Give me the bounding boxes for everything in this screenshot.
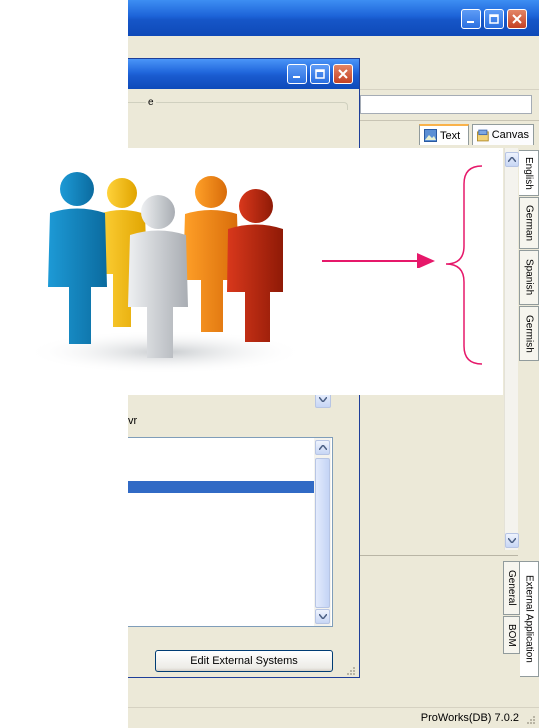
dialog-maximize-button[interactable] — [310, 64, 330, 84]
chevron-up-icon — [508, 157, 516, 162]
tab-german-label: German — [523, 204, 535, 242]
external-systems-list[interactable] — [128, 437, 333, 627]
status-bar: ProWorks(DB) 7.0.2 — [128, 707, 539, 728]
tab-german[interactable]: German — [519, 197, 539, 249]
dialog-close-button[interactable] — [333, 64, 353, 84]
tab-bom[interactable]: BOM — [503, 616, 520, 654]
tab-spanish-label: Spanish — [523, 259, 535, 296]
main-text-field[interactable] — [360, 95, 532, 114]
menu-strip — [128, 36, 539, 54]
tab-external-application[interactable]: External Application — [520, 561, 539, 677]
edit-external-systems-button[interactable]: Edit External Systems — [155, 650, 333, 672]
tab-canvas-label: Canvas — [491, 129, 529, 141]
close-icon — [512, 14, 522, 24]
close-button[interactable] — [507, 9, 527, 29]
main-vertical-scrollbar[interactable] — [504, 148, 519, 550]
dialog-field-label: vr — [128, 415, 138, 427]
overlay-card — [0, 148, 503, 395]
scroll-up-button[interactable] — [505, 152, 519, 167]
canvas-icon — [477, 129, 489, 141]
tab-general[interactable]: General — [503, 561, 520, 615]
curly-brace-icon — [445, 165, 483, 365]
group-box-caption: e — [146, 97, 156, 108]
tab-external-application-label: External Application — [523, 575, 535, 663]
group-box-frame — [128, 102, 348, 110]
tab-germish[interactable]: Germish — [519, 306, 539, 361]
maximize-icon — [489, 14, 499, 24]
tab-bom-label: BOM — [506, 623, 517, 647]
tab-english[interactable]: English — [519, 150, 539, 196]
tab-germish-label: Germish — [523, 314, 535, 353]
list-scroll-up-button[interactable] — [315, 440, 330, 455]
scroll-down-button[interactable] — [505, 533, 519, 548]
chevron-down-icon — [319, 396, 327, 402]
resize-grip-icon[interactable] — [346, 666, 356, 676]
dialog-minimize-button[interactable] — [287, 64, 307, 84]
maximize-button[interactable] — [484, 9, 504, 29]
minimize-icon — [467, 21, 474, 23]
tab-text-label: Text — [440, 129, 461, 142]
selected-list-item[interactable] — [128, 481, 314, 493]
close-icon — [338, 69, 348, 79]
version-label: ProWorks(DB) 7.0.2 — [420, 712, 519, 724]
main-title-bar — [128, 0, 539, 36]
chevron-down-icon — [318, 614, 327, 619]
chevron-down-icon — [508, 538, 516, 543]
tab-spanish[interactable]: Spanish — [519, 250, 539, 305]
list-scroll-down-button[interactable] — [315, 609, 330, 624]
resize-grip-icon[interactable] — [526, 715, 536, 725]
dialog-title-bar — [128, 59, 359, 89]
maximize-icon — [315, 69, 325, 79]
image-icon — [424, 129, 437, 142]
minimize-icon — [293, 76, 300, 78]
list-vertical-scrollbar[interactable] — [314, 438, 331, 626]
tab-canvas[interactable]: Canvas — [472, 124, 534, 145]
tab-english-label: English — [523, 156, 534, 190]
list-scroll-thumb[interactable] — [315, 458, 330, 608]
minimize-button[interactable] — [461, 9, 481, 29]
tab-text[interactable]: Text — [419, 124, 469, 145]
chevron-up-icon — [318, 445, 327, 450]
tab-general-label: General — [506, 570, 517, 606]
people-group-icon — [25, 172, 305, 372]
right-arrow-icon — [322, 253, 435, 268]
